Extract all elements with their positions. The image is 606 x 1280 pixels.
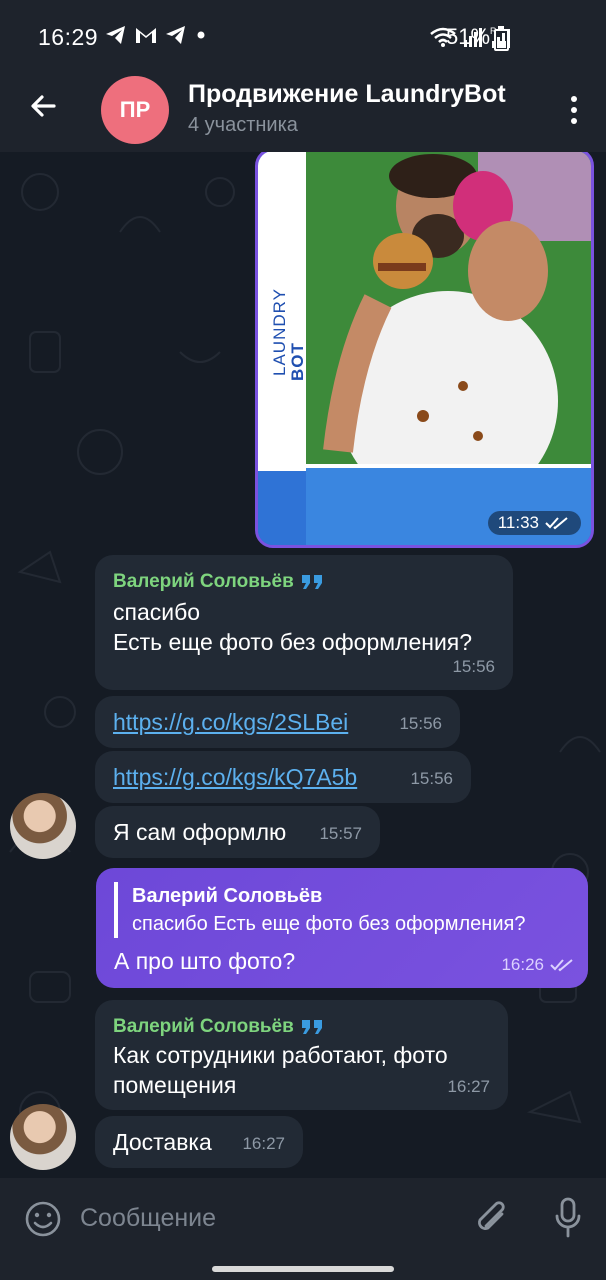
message-line: Есть еще фото без оформления? <box>113 629 473 655</box>
message-time: 15:56 <box>410 769 453 788</box>
notification-icons <box>104 24 208 46</box>
message-input-bar: Сообщение <box>0 1178 606 1280</box>
incoming-message[interactable]: Валерий Соловьёв спасибо Есть еще фото б… <box>95 555 513 690</box>
attach-icon[interactable] <box>474 1198 512 1240</box>
battery-icon <box>494 26 509 51</box>
message-link[interactable]: https://g.co/kgs/2SLBei <box>113 707 348 737</box>
message-list[interactable]: LAUNDRY BOT 11:33 Валерий Соловьёв спаси… <box>0 152 606 1178</box>
incoming-message[interactable]: Я сам оформлю 15:57 <box>95 806 380 858</box>
chat-members-count: 4 участника <box>188 114 298 136</box>
double-check-icon <box>545 517 568 530</box>
gmail-icon <box>136 28 156 43</box>
user-avatar[interactable] <box>10 1104 76 1170</box>
quote-badge-icon <box>301 575 322 589</box>
message-text: Как сотрудники работают, фото помещения <box>113 1040 448 1100</box>
status-time: 16:29 <box>38 24 99 50</box>
quote-badge-icon <box>301 1020 322 1034</box>
telegram-chat-screen: 16:29 R 51% ПР Продвижение LaundryBot 4 … <box>0 0 606 1280</box>
double-check-icon <box>550 959 573 972</box>
sender-name: Валерий Соловьёв <box>113 571 294 592</box>
more-menu-icon[interactable] <box>564 92 584 128</box>
group-avatar[interactable]: ПР <box>101 76 169 144</box>
reply-sender: Валерий Соловьёв <box>132 885 323 907</box>
message-sender[interactable]: Валерий Соловьёв <box>113 567 326 597</box>
message-line: Как сотрудники работают, фото <box>113 1042 448 1068</box>
message-text: Доставка <box>113 1129 212 1155</box>
message-time: 16:26 <box>501 955 544 974</box>
message-line: спасибо <box>113 599 201 625</box>
brand-line2: BOT <box>288 342 307 381</box>
outgoing-message[interactable]: Валерий Соловьёв спасибо Есть еще фото б… <box>96 868 588 988</box>
message-time: 16:27 <box>447 1077 490 1096</box>
battery-fill <box>497 41 506 48</box>
telegram-icon <box>166 26 185 44</box>
incoming-message[interactable]: Доставка 16:27 <box>95 1116 303 1168</box>
sender-name: Валерий Соловьёв <box>113 1016 294 1037</box>
status-bar: 16:29 R 51% <box>0 0 606 72</box>
message-link[interactable]: https://g.co/kgs/kQ7A5b <box>113 762 357 792</box>
photo-time: 11:33 <box>497 513 539 532</box>
message-time: 15:57 <box>319 824 362 843</box>
battery-percent: 51% <box>446 24 491 49</box>
microphone-icon[interactable] <box>552 1196 584 1240</box>
telegram-icon <box>106 26 125 44</box>
emoji-icon[interactable] <box>24 1200 62 1238</box>
back-arrow-icon[interactable] <box>24 86 64 126</box>
incoming-message[interactable]: https://g.co/kgs/kQ7A5b 15:56 <box>95 751 471 803</box>
dot-icon <box>197 31 205 39</box>
incoming-message[interactable]: https://g.co/kgs/2SLBei 15:56 <box>95 696 460 748</box>
message-time: 15:56 <box>399 714 442 733</box>
photo-brand-label: LAUNDRY BOT <box>260 266 307 386</box>
message-text: спасибо Есть еще фото без оформления? <box>113 597 472 657</box>
brand-line1: LAUNDRY <box>270 288 289 376</box>
message-input[interactable]: Сообщение <box>80 1204 216 1233</box>
message-time: 15:56 <box>452 657 495 676</box>
user-avatar[interactable] <box>10 793 76 859</box>
incoming-message[interactable]: Валерий Соловьёв Как сотрудники работают… <box>95 1000 508 1110</box>
message-text: А про што фото? <box>114 948 296 974</box>
photo-time-pill: 11:33 <box>487 511 581 535</box>
reply-quote[interactable]: Валерий Соловьёв спасибо Есть еще фото б… <box>114 882 525 938</box>
chat-header: ПР Продвижение LaundryBot 4 участника <box>0 72 606 152</box>
chat-title[interactable]: Продвижение LaundryBot <box>188 80 533 109</box>
message-time: 16:27 <box>242 1134 285 1153</box>
message-meta: 16:26 <box>501 950 576 980</box>
gesture-nav-handle[interactable] <box>212 1266 394 1272</box>
reply-text: спасибо Есть еще фото без оформления? <box>132 913 526 935</box>
message-line: помещения <box>113 1072 237 1098</box>
group-avatar-initials: ПР <box>119 97 151 122</box>
message-sender[interactable]: Валерий Соловьёв <box>113 1012 326 1042</box>
photo-message[interactable]: LAUNDRY BOT 11:33 <box>255 152 594 548</box>
message-text: Я сам оформлю <box>113 819 287 845</box>
